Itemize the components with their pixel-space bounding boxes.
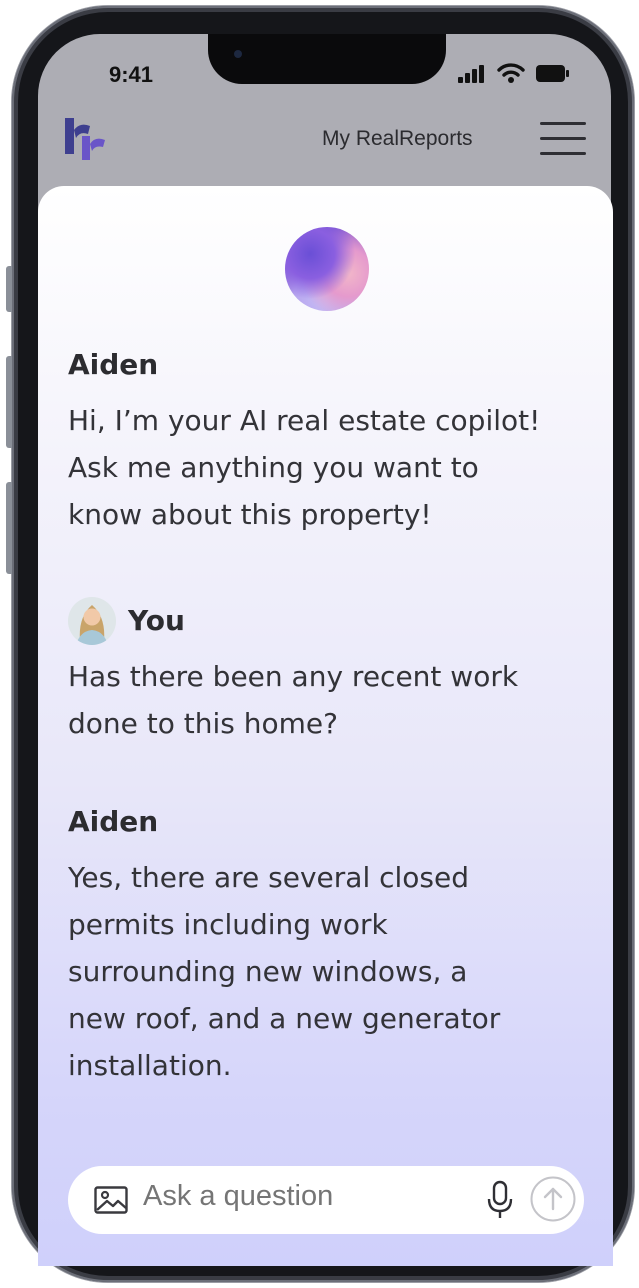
camera-dot [234, 50, 242, 58]
message-line: permits including work [68, 908, 388, 941]
realreports-logo[interactable] [60, 114, 108, 162]
message-body: Yes, there are several closed permits in… [68, 854, 588, 1089]
signal-icon [458, 65, 484, 83]
message-line: Hi, I’m your AI real estate copilot! [68, 404, 541, 437]
send-arrow-icon[interactable] [530, 1176, 576, 1222]
page-title: My RealReports [322, 127, 473, 150]
volume-up-button [6, 356, 12, 448]
battery-icon [536, 65, 569, 82]
hamburger-menu-icon[interactable] [540, 120, 588, 158]
wifi-icon [497, 63, 525, 83]
microphone-icon[interactable] [486, 1180, 514, 1220]
message-body: Has there been any recent work done to t… [68, 653, 588, 747]
message-line: installation. [68, 1049, 232, 1082]
status-time: 9:41 [109, 62, 154, 87]
message-line: Yes, there are several closed [68, 861, 470, 894]
avatar [68, 597, 116, 645]
question-input[interactable] [143, 1180, 463, 1213]
message-body: Hi, I’m your AI real estate copilot! Ask… [68, 397, 588, 538]
message-line: surrounding new windows, a [68, 955, 468, 988]
message-line: new roof, and a new generator [68, 1002, 501, 1035]
ai-orb-icon [285, 227, 369, 311]
dynamic-island [208, 34, 446, 84]
image-icon[interactable] [94, 1186, 128, 1214]
message-line: Has there been any recent work [68, 660, 519, 693]
message-line: done to this home? [68, 707, 339, 740]
message-speaker: You [128, 604, 185, 637]
message-speaker: Aiden [68, 348, 159, 381]
message-line: Ask me anything you want to [68, 451, 479, 484]
volume-down-button [6, 482, 12, 574]
mute-switch [6, 266, 12, 312]
message-line: know about this property! [68, 498, 432, 531]
message-speaker: Aiden [68, 805, 159, 838]
